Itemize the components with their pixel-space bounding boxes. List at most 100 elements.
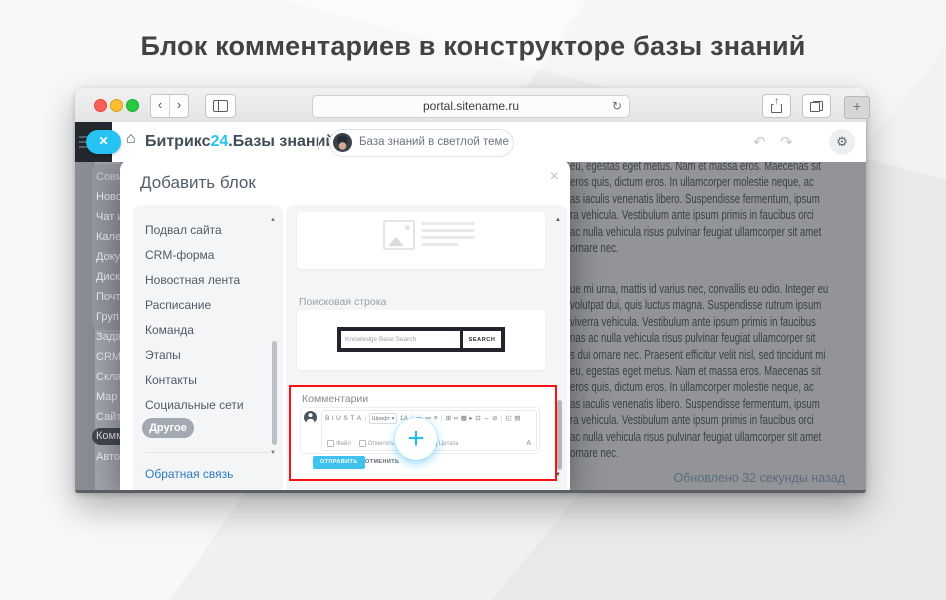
feedback-link[interactable]: Обратная связь	[145, 467, 233, 481]
article-line: as iaculis venenatis libero. Suspendisse…	[570, 396, 866, 412]
reload-icon[interactable]: ↻	[612, 96, 622, 116]
bbcode-icon[interactable]: ▤	[514, 414, 520, 423]
article-line: eu, egestas eget metus. Nam et massa ero…	[570, 363, 866, 379]
scroll-down-icon[interactable]: ▼	[555, 472, 561, 478]
category-item[interactable]: Подвал сайта	[145, 221, 222, 239]
redo-button[interactable]: ↷	[780, 133, 793, 151]
article-line: s dui ornare nec. Praesent efficitur vel…	[570, 347, 866, 363]
expand-icon[interactable]: ◱	[506, 414, 512, 423]
file-action-icon	[327, 440, 334, 447]
new-tab-button[interactable]: +	[844, 96, 870, 119]
sidebar-item-груп[interactable]: Груп	[96, 307, 120, 327]
browser-window: ‹ › portal.sitename.ru ↻ + ✕	[75, 88, 866, 493]
article-line: ornare nec.	[570, 240, 866, 256]
close-window-button[interactable]	[94, 99, 107, 112]
tab-overview-button[interactable]	[802, 94, 831, 118]
sidebar-item-сайт[interactable]: Сайт	[96, 407, 120, 427]
scroll-thumb[interactable]	[272, 341, 277, 445]
avatar	[333, 133, 352, 152]
sidebar-toggle-button[interactable]	[205, 94, 236, 118]
sidebar-item-чат и[interactable]: Чат и	[96, 207, 120, 227]
kb-theme-label: База знаний в светлой теме	[359, 130, 509, 155]
home-icon[interactable]: ⌂	[126, 130, 136, 148]
article-line: nas ac nulla vehicula risus pulvinar feu…	[570, 330, 866, 346]
user-avatar-icon	[304, 411, 317, 424]
forward-button[interactable]: ›	[170, 95, 188, 117]
category-item[interactable]: Этапы	[145, 346, 181, 364]
search-block-preview[interactable]: SEARCH	[297, 310, 545, 370]
font-select[interactable]: Шрифт ▾	[369, 413, 397, 424]
sidebar-item-ново[interactable]: Ново	[96, 187, 120, 207]
back-button[interactable]: ‹	[151, 95, 170, 117]
comments-block-preview-selected[interactable]: Комментарии BIUSTAШрифт ▾1A≔≕≡⊞∞▦▸⊡↔⊘◱▤ …	[289, 385, 557, 481]
send-comment-button[interactable]: ОТПРАВИТЬ	[313, 456, 365, 469]
category-item[interactable]: Команда	[145, 321, 194, 339]
sidebar-item-авто[interactable]: Авто	[96, 447, 120, 467]
app-header: ✕ ⌂ Битрикс24.Базы знаний База знаний в …	[75, 122, 866, 162]
zoom-window-button[interactable]	[126, 99, 139, 112]
category-item[interactable]: Контакты	[145, 371, 197, 389]
file-action[interactable]: Файл	[327, 440, 351, 447]
browser-toolbar: ‹ › portal.sitename.ru ↻ +	[75, 88, 866, 123]
category-item[interactable]: Новостная лента	[145, 271, 240, 289]
categories-scrollbar[interactable]: ▲ ▼	[272, 205, 277, 490]
kb-search-button[interactable]: SEARCH	[463, 331, 501, 348]
kb-theme-chip[interactable]: База знаний в светлой теме	[329, 129, 514, 157]
sidebar-item-диск[interactable]: Диск	[96, 267, 120, 287]
toolbar-divider	[441, 415, 442, 422]
category-item[interactable]: CRM-форма	[145, 246, 214, 264]
text-image-block-preview[interactable]	[297, 212, 545, 269]
share-button[interactable]	[762, 94, 791, 118]
font-color-icon[interactable]: A	[357, 414, 361, 423]
minimize-window-button[interactable]	[110, 99, 123, 112]
collapse-menu-button[interactable]: ✕	[86, 130, 121, 154]
bold-icon[interactable]: B	[325, 414, 329, 423]
underline-icon[interactable]: U	[336, 414, 341, 423]
sidebar-item-зада[interactable]: Зада	[96, 327, 120, 347]
image-icon[interactable]: ▦	[461, 414, 467, 423]
text-style-icon[interactable]: T	[350, 414, 354, 423]
article-paragraph: ue mi urna, mattis id varius nec, conval…	[570, 281, 866, 461]
sidebar-item-мар[interactable]: Мар	[96, 387, 120, 407]
scroll-thumb[interactable]	[557, 400, 562, 470]
sidebar-item-совм[interactable]: Совм	[96, 167, 120, 187]
sidebar-item-почт[interactable]: Почт	[96, 287, 120, 307]
strikethrough-icon[interactable]: S	[343, 414, 347, 423]
clear-format-icon[interactable]: ⊘	[492, 414, 497, 423]
category-other-button[interactable]: Другое	[142, 418, 194, 438]
comments-block-label: Комментарии	[302, 393, 368, 405]
category-item[interactable]: Расписание	[145, 296, 211, 314]
brand-title: Битрикс24.Базы знаний	[145, 122, 335, 162]
sidebar-item-кале[interactable]: Кале	[96, 227, 120, 247]
spoiler-icon[interactable]: ↔	[483, 414, 490, 423]
link-icon[interactable]: ∞	[454, 414, 459, 423]
scroll-up-icon[interactable]: ▲	[555, 217, 561, 223]
undo-button[interactable]: ↶	[753, 133, 766, 151]
scroll-down-icon[interactable]: ▼	[270, 450, 276, 456]
sidebar-item-комм[interactable]: Комм	[92, 428, 120, 445]
sidebar-item-crm[interactable]: CRM	[96, 347, 120, 367]
sidebar-item-доку[interactable]: Доку	[96, 247, 120, 267]
url-text: portal.sitename.ru	[423, 99, 519, 113]
header-divider	[318, 135, 319, 150]
table-icon[interactable]: ⊞	[446, 414, 451, 423]
preview-scrollbar[interactable]: ▲ ▼	[557, 205, 562, 490]
video-icon[interactable]: ▸	[469, 414, 472, 423]
align-icon[interactable]: ≡	[434, 414, 438, 423]
attach-icon[interactable]: ⊡	[475, 414, 480, 423]
close-icon[interactable]: ×	[550, 169, 559, 185]
sidebar-item-скла[interactable]: Скла	[96, 367, 120, 387]
text-mode-icon[interactable]: A	[526, 440, 531, 447]
kb-search-input[interactable]	[341, 331, 460, 348]
image-placeholder-icon	[383, 220, 415, 250]
block-preview-panel: Поисковая строка SEARCH Комментарии BIUS	[286, 205, 567, 490]
italic-icon[interactable]: I	[332, 414, 334, 423]
scroll-up-icon[interactable]: ▲	[270, 217, 276, 223]
cancel-comment-button[interactable]: ОТМЕНИТЬ	[365, 456, 399, 469]
category-item[interactable]: Социальные сети	[145, 396, 244, 414]
article-line: eros quis, dictum eros. In ullamcorper m…	[570, 174, 866, 190]
settings-button[interactable]: ⚙	[829, 129, 855, 155]
add-block-plus-button[interactable]: +	[395, 418, 437, 460]
article-line: eros quis, dictum eros. In ullamcorper m…	[570, 379, 866, 395]
address-bar[interactable]: portal.sitename.ru ↻	[312, 95, 630, 118]
